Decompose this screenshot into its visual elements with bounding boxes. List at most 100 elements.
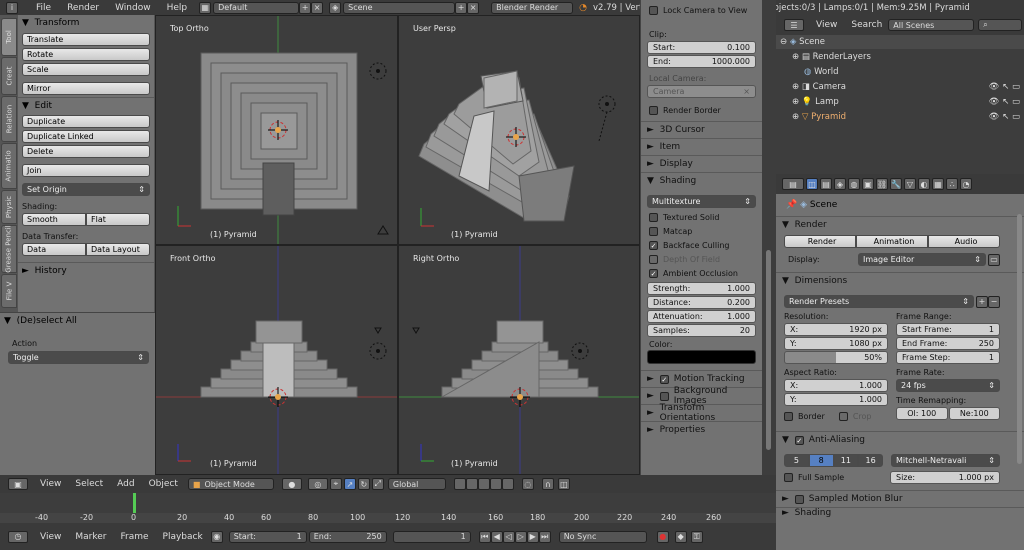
select-menu[interactable]: Select bbox=[75, 479, 103, 489]
tab-relations[interactable]: Relation bbox=[1, 96, 17, 142]
edit-panel-header[interactable]: ▼ Edit bbox=[18, 97, 154, 113]
snap-icon[interactable]: ∩ bbox=[541, 478, 554, 490]
scale-manipulator-icon[interactable]: ⤢ bbox=[371, 478, 384, 490]
data-tab-icon[interactable]: ▽ bbox=[904, 178, 916, 190]
anti-aliasing-panel-header[interactable]: ▼ ✓ Anti-Aliasing bbox=[776, 431, 1024, 448]
time-remap-old-field[interactable]: Ol: 100 bbox=[896, 407, 948, 420]
current-frame-field[interactable]: 1 bbox=[392, 530, 471, 543]
set-origin-dropdown[interactable]: Set Origin ⇕ bbox=[22, 183, 150, 196]
dimensions-panel-header[interactable]: ▼ Dimensions bbox=[776, 272, 1024, 289]
history-panel-header[interactable]: ► History bbox=[18, 262, 154, 278]
layer-icon[interactable] bbox=[489, 478, 502, 490]
time-remap-new-field[interactable]: Ne:100 bbox=[948, 407, 1000, 420]
outliner-item-renderlayers[interactable]: ⊕ ▤ RenderLayers bbox=[776, 49, 1024, 64]
orientation-select[interactable]: Global bbox=[387, 478, 446, 490]
sampled-motion-blur-panel-header[interactable]: ► Sampled Motion Blur bbox=[776, 490, 1024, 507]
view-menu[interactable]: View bbox=[40, 479, 61, 489]
display-dropdown[interactable]: Image Editor ⇕ bbox=[858, 253, 986, 266]
outliner-search-menu[interactable]: Search bbox=[851, 20, 882, 30]
particles-tab-icon[interactable]: ∴ bbox=[946, 178, 958, 190]
resolution-x-field[interactable]: X: 1920 px bbox=[784, 323, 888, 336]
outliner-item-pyramid[interactable]: ⊕ ▽ Pyramid 👁 ↖ ▭ bbox=[776, 109, 1024, 124]
lock-camera-checkbox[interactable] bbox=[649, 6, 658, 15]
start-frame-field[interactable]: Start Frame: 1 bbox=[896, 323, 1000, 336]
properties-scrollbar[interactable] bbox=[1017, 214, 1022, 464]
timeline-marker-menu[interactable]: Marker bbox=[75, 532, 106, 542]
timeline-playback-menu[interactable]: Playback bbox=[163, 532, 203, 542]
section-shading[interactable]: ▼ Shading bbox=[641, 172, 762, 189]
translate-manipulator-icon[interactable]: ↗ bbox=[343, 478, 356, 490]
flat-button[interactable]: Flat bbox=[86, 213, 150, 226]
rotate-manipulator-icon[interactable]: ↻ bbox=[357, 478, 370, 490]
menu-window[interactable]: Window bbox=[107, 3, 159, 13]
transform-panel-header[interactable]: ▼ Transform bbox=[18, 15, 154, 31]
tab-physics[interactable]: Physic bbox=[1, 190, 17, 224]
viewport-shading-icon[interactable]: ● bbox=[281, 478, 302, 490]
tab-file-view[interactable]: File V bbox=[1, 274, 17, 308]
timeline-frame-menu[interactable]: Frame bbox=[120, 532, 148, 542]
modifiers-tab-icon[interactable]: 🔧 bbox=[890, 178, 902, 190]
properties-editor-icon[interactable]: ▤ bbox=[782, 178, 804, 190]
current-frame-marker[interactable] bbox=[133, 493, 136, 513]
tab-animation[interactable]: Animatio bbox=[1, 143, 17, 189]
tab-grease-pencil[interactable]: Grease Pencil bbox=[1, 225, 17, 273]
shading-mode-dropdown[interactable]: Multitexture ⇕ bbox=[647, 195, 756, 208]
frame-rate-dropdown[interactable]: 24 fps ⇕ bbox=[896, 379, 1000, 392]
render-border-checkbox[interactable] bbox=[649, 106, 658, 115]
constraints-tab-icon[interactable]: ⛓ bbox=[876, 178, 888, 190]
section-item[interactable]: ► Item bbox=[641, 138, 762, 155]
outliner-display-select[interactable]: All Scenes bbox=[888, 19, 975, 31]
shading-panel-header[interactable]: ► Shading bbox=[776, 507, 1024, 517]
outliner-view-menu[interactable]: View bbox=[816, 20, 837, 30]
section-background-images[interactable]: ► Background Images bbox=[641, 386, 762, 406]
ao-samples-field[interactable]: Samples: 20 bbox=[647, 324, 756, 337]
info-editor-icon[interactable]: i bbox=[6, 1, 18, 14]
start-frame-field[interactable]: Start: 1 bbox=[228, 530, 307, 543]
render-engine-select[interactable]: Blender Render bbox=[491, 1, 574, 14]
menu-file[interactable]: File bbox=[28, 3, 59, 13]
play-icon[interactable]: ▷ bbox=[514, 530, 527, 543]
mode-select[interactable]: ■ Object Mode bbox=[187, 478, 274, 490]
layer-icon[interactable] bbox=[477, 478, 490, 490]
close-icon[interactable]: × bbox=[743, 87, 750, 96]
render-tab-icon[interactable]: ◫ bbox=[806, 178, 818, 190]
join-button[interactable]: Join bbox=[22, 164, 150, 177]
timeline-editor-icon[interactable]: ◷ bbox=[8, 530, 28, 543]
keyframe-icon[interactable]: ⚿ bbox=[690, 530, 703, 543]
resolution-y-field[interactable]: Y: 1080 px bbox=[784, 337, 888, 350]
aspect-x-field[interactable]: X: 1.000 bbox=[784, 379, 888, 392]
duplicate-linked-button[interactable]: Duplicate Linked bbox=[22, 130, 150, 143]
rotate-button[interactable]: Rotate bbox=[22, 48, 150, 61]
render-button[interactable]: Render bbox=[784, 235, 856, 248]
clip-end-field[interactable]: End: 1000.000 bbox=[647, 55, 756, 68]
full-sample-checkbox[interactable] bbox=[784, 473, 793, 482]
audio-button[interactable]: Audio bbox=[928, 235, 1000, 248]
editor-type-icon[interactable]: ▣ bbox=[8, 478, 28, 490]
next-keyframe-icon[interactable]: ▶ bbox=[526, 530, 539, 543]
tab-tool[interactable]: Tool bbox=[1, 18, 17, 56]
outliner-item-lamp[interactable]: ⊕ 💡 Lamp 👁 ↖ ▭ bbox=[776, 94, 1024, 109]
camera-field[interactable]: Camera × bbox=[647, 85, 756, 98]
scene-select[interactable]: Scene bbox=[343, 1, 456, 14]
ao-attenuation-field[interactable]: Attenuation: 1.000 bbox=[647, 310, 756, 323]
resolution-percentage-slider[interactable]: 50% bbox=[784, 351, 888, 364]
layer-icon[interactable] bbox=[501, 478, 514, 490]
jump-start-icon[interactable]: ⏮ bbox=[478, 530, 491, 543]
matcap-checkbox[interactable] bbox=[649, 227, 658, 236]
prev-keyframe-icon[interactable]: ◀ bbox=[490, 530, 503, 543]
scale-button[interactable]: Scale bbox=[22, 63, 150, 76]
section-properties[interactable]: ► Properties bbox=[641, 421, 762, 438]
viewport-user-persp[interactable]: User Persp (1) Pyramid bbox=[398, 15, 640, 245]
add-scene-icon[interactable]: + bbox=[455, 1, 468, 14]
add-preset-icon[interactable]: + bbox=[976, 295, 988, 308]
layout-select[interactable]: Default bbox=[213, 1, 300, 14]
end-frame-field[interactable]: End Frame: 250 bbox=[896, 337, 1000, 350]
menu-render[interactable]: Render bbox=[59, 3, 107, 13]
tab-create[interactable]: Creat bbox=[1, 57, 17, 95]
render-presets-dropdown[interactable]: Render Presets ⇕ bbox=[784, 295, 974, 308]
render-icon[interactable]: ◫ bbox=[557, 478, 570, 490]
animation-button[interactable]: Animation bbox=[856, 235, 928, 248]
timeline-view-menu[interactable]: View bbox=[40, 532, 61, 542]
material-tab-icon[interactable]: ◐ bbox=[918, 178, 930, 190]
ao-distance-field[interactable]: Distance: 0.200 bbox=[647, 296, 756, 309]
